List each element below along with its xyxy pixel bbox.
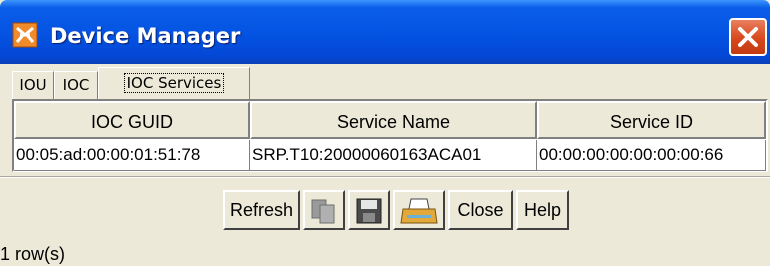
tab-ioc-label: IOC [62, 76, 90, 94]
table-cell-ioc-guid[interactable]: 00:05:ad:00:00:01:51:78 [14, 140, 250, 171]
window-title: Device Manager [50, 24, 241, 48]
column-header-service-name[interactable]: Service Name [250, 101, 537, 139]
tab-iou[interactable]: IOU [12, 71, 54, 99]
save-icon [356, 198, 382, 224]
tab-ioc-services[interactable]: IOC Services [98, 67, 250, 99]
divider [0, 176, 770, 178]
table-cell-service-name[interactable]: SRP.T10:20000060163ACA01 [250, 140, 537, 171]
tab-iou-label: IOU [19, 76, 47, 94]
status-row-count: 1 row(s) [0, 244, 66, 264]
column-header-ioc-guid[interactable]: IOC GUID [14, 101, 250, 139]
copy-button[interactable] [303, 190, 345, 230]
services-table: IOC GUID Service Name Service ID 00:05:a… [12, 99, 768, 172]
device-manager-icon [12, 22, 38, 48]
copy-icon [311, 199, 335, 224]
column-header-service-id[interactable]: Service ID [537, 101, 766, 139]
table-cell-service-id[interactable]: 00:00:00:00:00:00:00:66 [537, 140, 766, 171]
tab-ioc[interactable]: IOC [54, 71, 98, 99]
close-icon [738, 27, 758, 47]
help-button[interactable]: Help [516, 190, 569, 230]
close-button[interactable]: Close [448, 190, 513, 230]
tab-ioc-services-label: IOC Services [123, 73, 225, 93]
save-button[interactable] [348, 190, 390, 230]
title-bar: Device Manager [0, 0, 770, 64]
print-button[interactable] [393, 190, 445, 230]
print-icon [400, 198, 438, 224]
close-window-button[interactable] [729, 18, 767, 56]
refresh-button[interactable]: Refresh [223, 190, 300, 230]
